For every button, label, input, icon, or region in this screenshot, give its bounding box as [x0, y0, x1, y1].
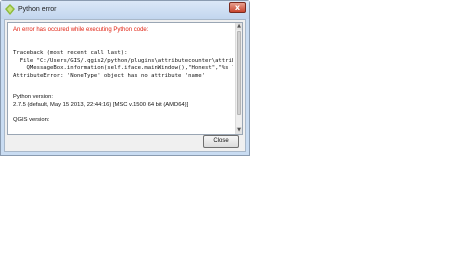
window-close-icon[interactable]: x — [229, 2, 246, 13]
error-content: An error has occured while executing Pyt… — [13, 26, 233, 134]
scroll-up-icon[interactable]: ▲ — [236, 23, 242, 30]
dialog-body: An error has occured while executing Pyt… — [4, 19, 246, 152]
scroll-down-icon[interactable]: ▼ — [236, 127, 242, 134]
error-header: An error has occured while executing Pyt… — [13, 27, 149, 33]
traceback-line: Traceback (most recent call last): — [13, 50, 128, 56]
python-error-dialog: Python error x An error has occured whil… — [0, 0, 250, 156]
traceback-line: AttributeError: 'NoneType' object has no… — [13, 72, 205, 79]
scrollbar-thumb[interactable] — [237, 31, 241, 115]
traceback-line: QMessageBox.information(self.iface.mainW… — [13, 65, 233, 72]
vertical-scrollbar[interactable]: ▲ ▼ — [235, 23, 242, 134]
title-bar[interactable]: Python error x — [1, 1, 249, 19]
qgis-version-label: QGIS version: — [13, 116, 50, 123]
python-version-label: Python version: — [13, 94, 53, 101]
error-text-area[interactable]: An error has occured while executing Pyt… — [7, 22, 243, 135]
window-title: Python error — [18, 6, 57, 13]
traceback: Traceback (most recent call last): File … — [13, 50, 233, 80]
close-button[interactable]: Close — [203, 135, 239, 148]
python-version-value: 2.7.5 (default, May 15 2013, 22:44:16) [… — [13, 102, 189, 109]
qgis-app-icon — [5, 4, 15, 15]
traceback-line: File "C:/Users/GIS/.qgis2/python/plugins… — [13, 57, 233, 64]
